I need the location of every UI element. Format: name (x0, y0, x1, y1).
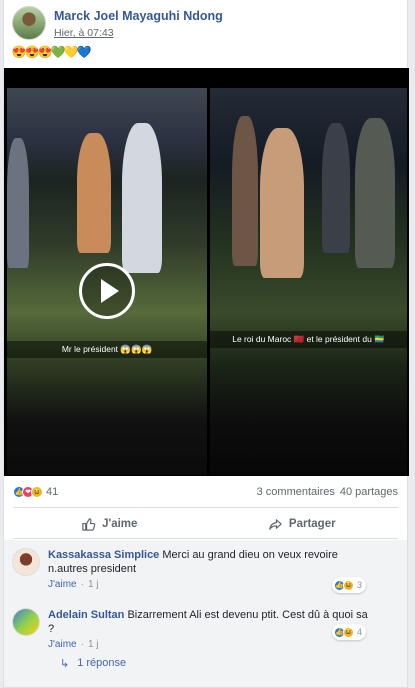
comment-count[interactable]: 3 commentaires (257, 486, 335, 498)
emoji-yellow-heart: 💛 (63, 45, 79, 59)
person-figure (77, 133, 111, 253)
video-caption: Mr le président 😱😱😱 (7, 341, 207, 358)
person-figure (232, 116, 258, 266)
comment-body: Adelain Sultan Bizarrement Ali est deven… (48, 608, 373, 650)
play-icon (100, 279, 119, 303)
comment-reaction-count: 3 (357, 580, 363, 590)
play-button[interactable] (79, 263, 135, 319)
comment-reactions[interactable]: 👍 😆 3 (332, 577, 367, 593)
post-text: 😍 😍 😍 💚 💛 💙 (11, 45, 92, 60)
comment-like-link[interactable]: J'aime (48, 579, 77, 590)
post-card: Marck Joel Mayaguhi Ndong Hier, à 07:43 … (3, 0, 409, 688)
comment-reaction-count: 4 (357, 627, 363, 637)
person-figure (322, 123, 350, 253)
divider (13, 538, 398, 539)
thumbs-up-icon (82, 517, 96, 531)
commenter-name[interactable]: Kassakassa Simplice (48, 549, 159, 561)
comment-time[interactable]: 1 j (88, 579, 99, 590)
video-left[interactable]: Mr le président 😱😱😱 (7, 88, 207, 475)
comment-item: Adelain Sultan Bizarrement Ali est deven… (12, 608, 399, 650)
comment-reactions[interactable]: 👍 😆 4 (332, 624, 367, 640)
share-label: Partager (288, 518, 336, 530)
comments-section: Kassakassa Simplice Merci au grand dieu … (4, 540, 407, 687)
like-label: J'aime (102, 518, 138, 530)
comment-bubble: Adelain Sultan Bizarrement Ali est deven… (48, 608, 373, 636)
stats-right: 3 commentaires 40 partages (257, 486, 398, 498)
haha-reaction-icon[interactable]: 😆 (31, 486, 43, 498)
post-stats: 👍 ❤ 😆 41 3 commentaires 40 partages (13, 484, 398, 500)
post-actions: J'aime Partager (13, 511, 398, 537)
comment-actions: J'aime · 1 j (48, 639, 373, 650)
haha-reaction-icon: 😆 (343, 579, 354, 591)
person-figure (7, 138, 29, 268)
comment-actions: J'aime · 1 j (48, 579, 368, 590)
emoji-heart-eyes: 😍 (37, 45, 53, 59)
video-caption: Le roi du Maroc 🇲🇦 et le président du 🇬🇦 (210, 331, 407, 348)
separator-dot: · (80, 579, 84, 590)
view-replies-link[interactable]: ↳ 1 réponse (60, 657, 126, 670)
comment-bubble: Kassakassa Simplice Merci au grand dieu … (48, 548, 368, 576)
commenter-avatar[interactable] (12, 608, 40, 636)
reaction-count[interactable]: 41 (46, 486, 58, 498)
author-avatar[interactable] (12, 6, 46, 40)
post-meta: Marck Joel Mayaguhi Ndong Hier, à 07:43 (54, 6, 223, 42)
emoji-heart-eyes: 😍 (24, 45, 40, 59)
share-arrow-icon (269, 518, 282, 530)
divider (13, 507, 398, 508)
comment-like-link[interactable]: J'aime (48, 639, 77, 650)
author-name[interactable]: Marck Joel Mayaguhi Ndong (54, 8, 223, 24)
commenter-name[interactable]: Adelain Sultan (48, 609, 124, 621)
comment-body: Kassakassa Simplice Merci au grand dieu … (48, 548, 368, 593)
emoji-heart-eyes: 😍 (11, 45, 27, 59)
emoji-green-heart: 💚 (50, 45, 66, 59)
commenter-avatar[interactable] (12, 548, 40, 576)
separator-dot: · (80, 639, 84, 650)
post-media: Mr le président 😱😱😱 Le roi du Maroc 🇲🇦 e… (4, 68, 409, 476)
post-header: Marck Joel Mayaguhi Ndong Hier, à 07:43 (12, 6, 399, 42)
share-button[interactable]: Partager (206, 511, 399, 537)
comment-time[interactable]: 1 j (88, 639, 99, 650)
share-count[interactable]: 40 partages (340, 486, 398, 498)
emoji-blue-heart: 💙 (76, 45, 92, 59)
reply-arrow-icon: ↳ (60, 658, 70, 670)
person-figure (122, 123, 162, 273)
person-figure (260, 128, 304, 278)
post-timestamp[interactable]: Hier, à 07:43 (54, 27, 223, 39)
video-right[interactable]: Le roi du Maroc 🇲🇦 et le président du 🇬🇦 (210, 88, 407, 475)
like-button[interactable]: J'aime (13, 511, 206, 537)
person-figure (355, 118, 395, 268)
haha-reaction-icon: 😆 (343, 626, 354, 638)
replies-label: 1 réponse (77, 657, 127, 669)
comment-item: Kassakassa Simplice Merci au grand dieu … (12, 548, 399, 593)
